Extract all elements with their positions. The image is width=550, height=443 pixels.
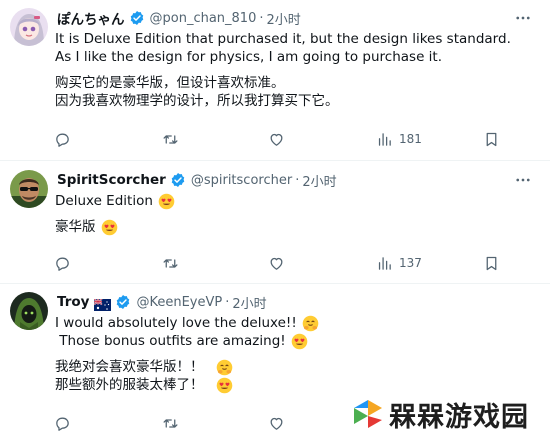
- post-text-line-row: 豪华版: [55, 218, 525, 236]
- bookmark-icon: [486, 256, 497, 270]
- post-text: I would absolutely love the deluxe!! Tho…: [55, 314, 525, 394]
- separator-dot: ·: [295, 172, 300, 188]
- post-text-line: Deluxe Edition: [55, 193, 153, 209]
- user-handle[interactable]: @spiritscorcher: [191, 173, 292, 188]
- heart-eyes-emoji-icon: [158, 193, 175, 209]
- avatar[interactable]: [10, 292, 48, 330]
- views-count: 181: [399, 132, 422, 146]
- avatar[interactable]: [10, 170, 48, 208]
- australia-flag-icon: [94, 296, 112, 311]
- display-name[interactable]: ぽんちゃん: [57, 8, 125, 28]
- post-text-line-row: 那些额外的服装太棒了！: [55, 376, 525, 394]
- action-bar: 137: [54, 254, 514, 272]
- views-count: 137: [399, 256, 422, 270]
- timestamp[interactable]: 2小时: [232, 293, 266, 312]
- reply-icon: [56, 417, 69, 431]
- timestamp[interactable]: 2小时: [302, 171, 336, 190]
- repost-icon: [163, 418, 178, 428]
- post-text-line-row: 我绝对会喜欢豪华版！！: [55, 358, 525, 376]
- heart-eyes-emoji-icon: [216, 377, 232, 393]
- avatar-man-sunglasses-icon: [10, 170, 48, 208]
- like-button[interactable]: [268, 130, 291, 148]
- avatar[interactable]: [10, 8, 48, 46]
- avatar-anime-girl-icon: [10, 8, 48, 46]
- post-text-line-row: Those bonus outfits are amazing!: [55, 332, 525, 350]
- verified-badge-icon: [170, 172, 186, 188]
- repost-button[interactable]: [162, 254, 185, 272]
- hugging-face-emoji-icon: [216, 359, 232, 375]
- post-text-line: 购买它的是豪华版，但设计喜欢标准。: [55, 75, 285, 91]
- post-text-line: Those bonus outfits are amazing!: [55, 333, 286, 349]
- watermark-logo-icon: [354, 400, 382, 428]
- post-text-line: I would absolutely love the deluxe!!: [55, 315, 297, 331]
- watermark-text: 槑槑游戏园: [389, 401, 529, 433]
- verified-badge-icon: [115, 294, 131, 310]
- post-text-line: 因为我喜欢物理学的设计，所以我打算买下它。: [55, 93, 339, 109]
- user-handle[interactable]: @pon_chan_810: [150, 11, 257, 26]
- repost-icon: [163, 134, 178, 144]
- post-text-line: 那些额外的服装太棒了！: [55, 377, 204, 393]
- avatar-hooded-figure-icon: [10, 292, 48, 330]
- post-text: Deluxe Edition 豪华版: [55, 192, 525, 236]
- views-bar-chart-icon: [378, 132, 391, 146]
- views-button[interactable]: 137: [376, 254, 422, 272]
- repost-button[interactable]: [162, 414, 185, 432]
- views-bar-chart-icon: [378, 256, 391, 270]
- post-text-line: 我绝对会喜欢豪华版！！: [55, 359, 204, 375]
- heart-icon: [270, 133, 283, 146]
- separator-dot: ·: [259, 10, 264, 26]
- post-header: ぽんちゃん @pon_chan_810 · 2小时: [57, 8, 301, 29]
- separator-dot: ·: [225, 294, 230, 310]
- reply-button[interactable]: [54, 254, 77, 272]
- timestamp[interactable]: 2小时: [267, 9, 301, 28]
- display-name[interactable]: Troy: [57, 294, 89, 310]
- post-text-line: As I like the design for physics, I am g…: [55, 49, 443, 65]
- bookmark-button[interactable]: [483, 254, 500, 272]
- heart-icon: [270, 257, 283, 270]
- user-handle[interactable]: @KeenEyeVP: [136, 295, 222, 310]
- reply-icon: [56, 133, 69, 147]
- more-options-icon[interactable]: [514, 171, 532, 189]
- heart-eyes-emoji-icon: [101, 219, 117, 235]
- post-text-line-row: I would absolutely love the deluxe!!: [55, 314, 525, 332]
- views-button[interactable]: 181: [376, 130, 422, 148]
- post-text-line-row: Deluxe Edition: [55, 192, 525, 210]
- hugging-face-emoji-icon: [302, 315, 319, 331]
- like-button[interactable]: [268, 254, 291, 272]
- heart-eyes-emoji-icon: [291, 333, 307, 349]
- post-header: Troy @KeenEyeVP · 2小时: [57, 292, 267, 312]
- post-1[interactable]: ぽんちゃん @pon_chan_810 · 2小时 It is Deluxe E…: [0, 0, 550, 160]
- post-text: It is Deluxe Edition that purchased it, …: [55, 30, 525, 110]
- like-button[interactable]: [268, 414, 291, 432]
- post-2[interactable]: SpiritScorcher @spiritscorcher · 2小时 Del…: [0, 161, 550, 283]
- bookmark-icon: [486, 132, 497, 146]
- more-options-icon[interactable]: [514, 9, 532, 27]
- site-watermark: 槑槑游戏园: [352, 394, 529, 434]
- heart-icon: [270, 417, 283, 430]
- reply-button[interactable]: [54, 414, 77, 432]
- reply-icon: [56, 257, 69, 271]
- action-bar: 181: [54, 130, 514, 148]
- display-name[interactable]: SpiritScorcher: [57, 172, 166, 188]
- reply-button[interactable]: [54, 130, 77, 148]
- bookmark-button[interactable]: [483, 130, 500, 148]
- repost-button[interactable]: [162, 130, 185, 148]
- repost-icon: [163, 258, 178, 268]
- post-header: SpiritScorcher @spiritscorcher · 2小时: [57, 170, 337, 190]
- post-text-line: It is Deluxe Edition that purchased it, …: [55, 31, 511, 47]
- verified-badge-icon: [129, 10, 145, 26]
- post-text-line: 豪华版: [55, 219, 96, 235]
